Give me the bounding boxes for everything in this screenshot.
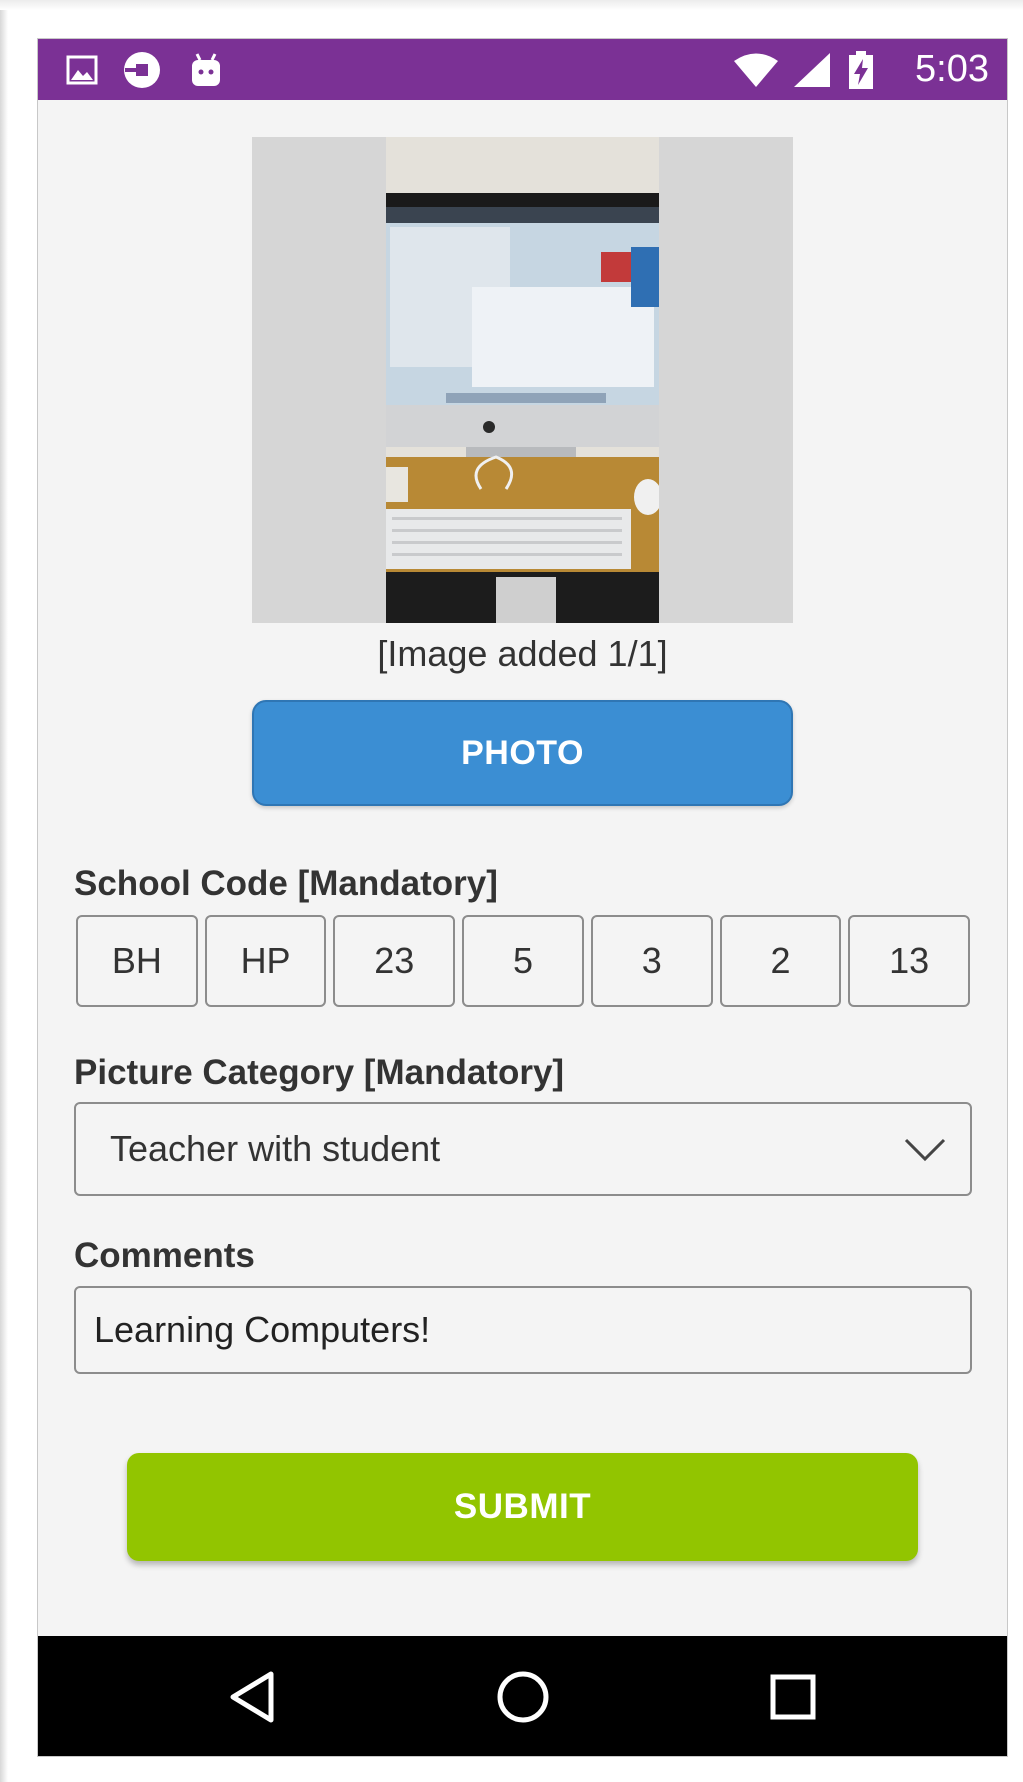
back-icon[interactable] <box>192 1636 312 1756</box>
android-icon <box>186 39 226 100</box>
school-code-label: School Code [Mandatory] <box>74 864 498 903</box>
comments-value: Learning Computers! <box>94 1309 431 1350</box>
status-time: 5:03 <box>915 48 989 90</box>
picture-category-select[interactable]: Teacher with student <box>74 1102 972 1196</box>
school-code-segment-2[interactable]: HP <box>204 915 327 1007</box>
home-icon[interactable] <box>463 1636 583 1756</box>
school-code-segment-4[interactable]: 5 <box>462 915 584 1007</box>
phone-screen: 5:03 [Image added 1/1] PHOTO School Code… <box>37 38 1008 1757</box>
chevron-down-icon <box>902 1126 948 1172</box>
photo-button[interactable]: PHOTO <box>252 700 793 806</box>
signal-icon <box>790 39 834 100</box>
submit-button[interactable]: SUBMIT <box>127 1453 918 1561</box>
image-count-caption: [Image added 1/1] <box>377 633 668 674</box>
wifi-icon <box>732 39 780 100</box>
school-code-fields: BH HP 23 5 3 2 13 <box>76 915 971 1007</box>
school-code-segment-5[interactable]: 3 <box>590 915 713 1007</box>
comments-label: Comments <box>74 1236 255 1275</box>
status-bar: 5:03 <box>38 39 1007 100</box>
image-notification-icon <box>62 39 102 100</box>
photo-preview <box>252 137 793 623</box>
frame-shadow-left <box>0 0 8 1782</box>
page: 5:03 [Image added 1/1] PHOTO School Code… <box>0 0 1023 1782</box>
picture-category-value: Teacher with student <box>110 1128 441 1169</box>
school-code-segment-6[interactable]: 2 <box>719 915 842 1007</box>
frame-shadow-top <box>0 0 1023 10</box>
comments-input[interactable]: Learning Computers! <box>74 1286 972 1374</box>
school-code-segment-1[interactable]: BH <box>76 915 198 1007</box>
captured-photo <box>386 137 659 623</box>
picture-category-label: Picture Category [Mandatory] <box>74 1053 565 1092</box>
navigation-bar <box>38 1636 1007 1756</box>
school-code-segment-3[interactable]: 23 <box>333 915 456 1007</box>
school-code-segment-7[interactable]: 13 <box>848 915 971 1007</box>
uber-icon <box>122 39 162 100</box>
recents-icon[interactable] <box>733 1636 853 1756</box>
battery-charging-icon <box>846 39 876 100</box>
